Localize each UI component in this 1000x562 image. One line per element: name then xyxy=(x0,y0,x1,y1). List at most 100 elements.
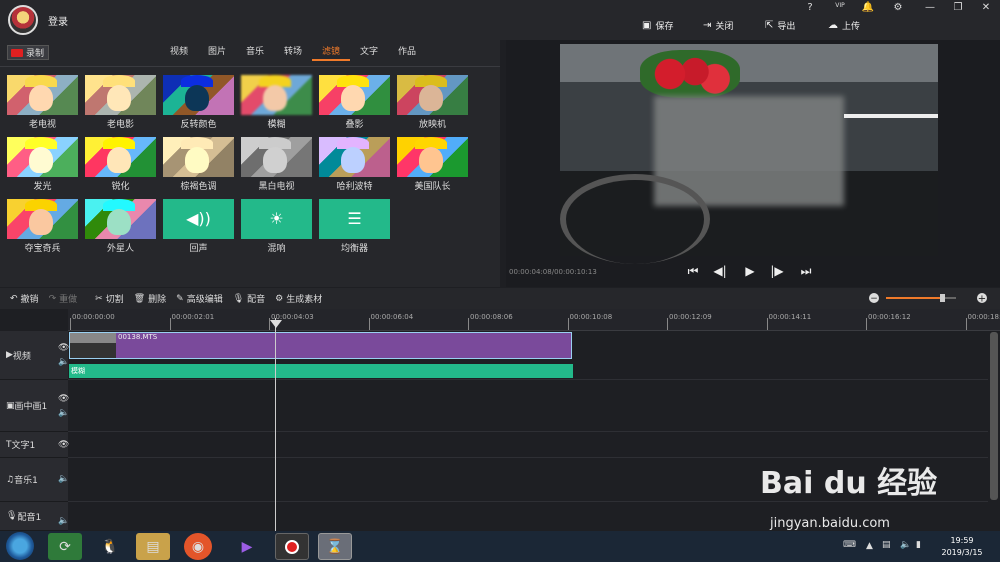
effect-item[interactable]: 黑白电视 xyxy=(241,137,312,192)
recorder-icon[interactable] xyxy=(275,533,309,560)
close-button[interactable]: ⇥ 关闭 xyxy=(703,18,733,32)
effect-item[interactable]: ☀ 混响 xyxy=(241,199,312,254)
effect-item[interactable]: ☰ 均衡器 xyxy=(319,199,390,254)
effect-clip[interactable] xyxy=(69,364,573,378)
track-header-pip[interactable]: ▣ 画中画1 👁 🔈 xyxy=(0,380,69,432)
tray-arrow-icon[interactable]: ▲ xyxy=(866,541,873,551)
split-button[interactable]: ✂ 切割 xyxy=(95,292,124,306)
record-label: 录制 xyxy=(26,49,45,59)
track-header-video[interactable]: ▶ 视频 👁 🔈 xyxy=(0,331,69,380)
minimize-icon[interactable]: — xyxy=(922,2,938,16)
effect-item[interactable]: 模糊 xyxy=(241,75,312,130)
advanced-edit-button[interactable]: ✎ 高级编辑 xyxy=(176,292,223,306)
media-app-icon[interactable]: ▶ xyxy=(230,533,264,560)
zoom-slider[interactable]: − + xyxy=(868,292,992,304)
firefox-icon[interactable]: ◉ xyxy=(184,533,212,560)
upload-button[interactable]: ☁ 上传 xyxy=(828,18,860,32)
track-header-voice[interactable]: 🎙 配音1 🔈 xyxy=(0,502,69,531)
volume-icon[interactable]: 🔈 xyxy=(900,540,911,550)
save-icon: ▣ xyxy=(642,19,652,31)
zoom-out-glyph: − xyxy=(870,294,878,304)
effect-item[interactable]: 发光 xyxy=(7,137,78,192)
network-icon[interactable]: ▤ xyxy=(882,540,891,550)
step-forward-icon[interactable]: |▶ xyxy=(770,264,784,280)
zoom-thumb[interactable] xyxy=(940,294,945,302)
effect-item[interactable]: 叠影 xyxy=(319,75,390,130)
reel-icon: ⚙ xyxy=(275,293,284,304)
track-header-music[interactable]: ♫ 音乐1 🔈 xyxy=(0,458,69,502)
tab-filter[interactable]: 滤镜 xyxy=(312,45,350,61)
effect-label: 模糊 xyxy=(267,120,286,130)
help-icon[interactable]: ? xyxy=(802,2,818,16)
bell-icon[interactable]: 🔔 xyxy=(860,2,876,16)
tab-music[interactable]: 音乐 xyxy=(236,45,274,61)
clock-date: 2019/3/15 xyxy=(941,548,983,557)
folder-icon[interactable]: ▤ xyxy=(136,533,170,560)
track-header-text[interactable]: T 文字1 👁 xyxy=(0,432,69,458)
delete-button[interactable]: 🗑 删除 xyxy=(133,292,166,306)
undo-button[interactable]: ↶ 撤销 xyxy=(10,292,39,306)
editor-app-icon[interactable]: ⌛ xyxy=(318,533,352,560)
effect-item[interactable]: 放映机 xyxy=(397,75,468,130)
audio-effect-icon: ☀ xyxy=(269,209,284,228)
zoom-fill xyxy=(886,297,942,299)
skip-end-icon[interactable]: ⏭ xyxy=(799,264,813,280)
tab-video[interactable]: 视频 xyxy=(160,45,198,61)
face-shape xyxy=(263,147,287,173)
login-link[interactable]: 登录 xyxy=(48,13,68,28)
start-button[interactable] xyxy=(6,532,34,560)
generate-asset-button[interactable]: ⚙ 生成素材 xyxy=(275,292,323,306)
upload-icon: ☁ xyxy=(828,19,838,31)
effect-item[interactable]: 反转颜色 xyxy=(163,75,234,130)
trash-icon: 🗑 xyxy=(133,293,146,304)
redo-button[interactable]: ↷ 重做 xyxy=(49,292,78,306)
keyboard-icon[interactable]: ⌨ xyxy=(843,540,856,550)
text-lane[interactable] xyxy=(68,432,988,458)
maximize-icon[interactable]: ❐ xyxy=(950,2,966,16)
effect-thumbnail: ☰ xyxy=(319,199,390,239)
export-button[interactable]: ⇱ 导出 xyxy=(765,18,795,32)
effect-item[interactable]: 老电视 xyxy=(7,75,78,130)
effect-item[interactable]: ◀)) 回声 xyxy=(163,199,234,254)
signal-icon[interactable]: ▮ xyxy=(916,540,921,550)
qq-icon[interactable]: 🐧 xyxy=(93,533,127,560)
effect-item[interactable]: 美国队长 xyxy=(397,137,468,192)
face-shape xyxy=(185,85,209,111)
user-avatar[interactable] xyxy=(8,5,38,35)
close-window-icon[interactable]: ✕ xyxy=(978,2,994,16)
export-icon: ⇱ xyxy=(765,19,774,31)
playhead[interactable] xyxy=(275,318,276,531)
effect-label: 美国队长 xyxy=(414,182,451,192)
speaker-icon[interactable]: 🔈 xyxy=(58,516,69,526)
save-button[interactable]: ▣ 保存 xyxy=(642,18,673,32)
effect-item[interactable]: 外星人 xyxy=(85,199,156,254)
track-pip-label: 画中画1 xyxy=(14,402,48,412)
timeline-scrollbar[interactable] xyxy=(990,332,998,500)
generate-asset-label: 生成素材 xyxy=(286,295,323,305)
record-button[interactable]: 录制 xyxy=(7,45,49,60)
effect-item[interactable]: 锐化 xyxy=(85,137,156,192)
playhead-handle[interactable] xyxy=(270,320,282,328)
tab-text[interactable]: 文字 xyxy=(350,45,388,61)
tab-works[interactable]: 作品 xyxy=(388,45,426,61)
pip-lane[interactable] xyxy=(68,380,988,432)
tab-image[interactable]: 图片 xyxy=(198,45,236,61)
ruler-tick-label: 00:00:14:11 xyxy=(768,313,812,321)
gear-icon[interactable]: ⚙ xyxy=(890,2,906,16)
effect-item[interactable]: 夺宝奇兵 xyxy=(7,199,78,254)
step-back-icon[interactable]: ◀| xyxy=(713,264,727,280)
refresh-app-icon[interactable]: ⟳ xyxy=(48,533,82,560)
tab-transition[interactable]: 转场 xyxy=(274,45,312,61)
effect-item[interactable]: 棕褐色调 xyxy=(163,137,234,192)
effect-thumbnail xyxy=(85,75,156,115)
effect-item[interactable]: 哈利波特 xyxy=(319,137,390,192)
ruler-tick xyxy=(766,318,768,330)
pencil-icon: ✎ xyxy=(176,293,184,304)
video-preview[interactable] xyxy=(560,44,938,264)
voiceover-button[interactable]: 🎙 配音 xyxy=(233,292,265,306)
clock[interactable]: 19:59 2019/3/15 xyxy=(940,535,984,559)
vip-icon[interactable]: VIP xyxy=(832,2,848,16)
skip-start-icon[interactable]: ⏮ xyxy=(686,264,700,280)
effect-item[interactable]: 老电影 xyxy=(85,75,156,130)
play-icon[interactable]: ▶ xyxy=(743,264,757,280)
